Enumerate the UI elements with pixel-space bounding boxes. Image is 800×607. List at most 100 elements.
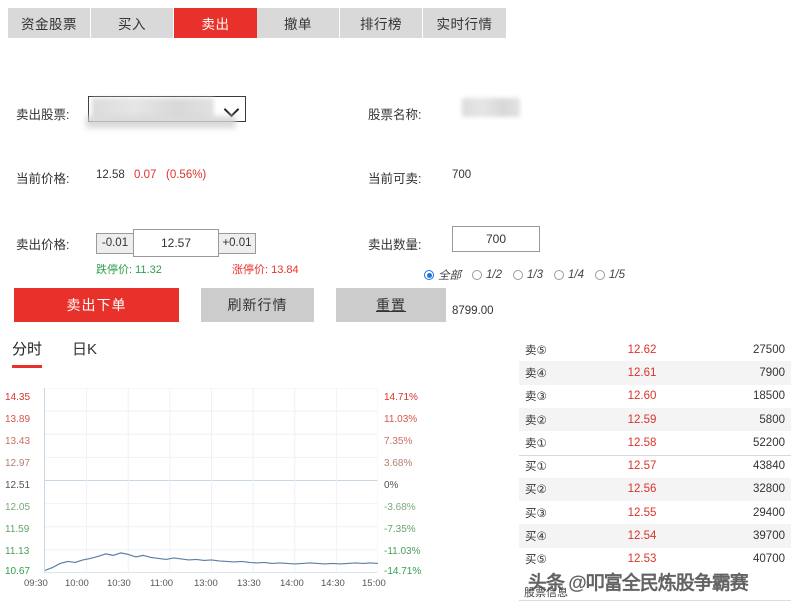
- price-change-value: 0.07: [134, 169, 156, 181]
- table-row[interactable]: 买③ 12.55 29400: [519, 501, 791, 524]
- order-book-price: 12.56: [585, 483, 699, 495]
- limit-down-value: 11.32: [135, 264, 162, 276]
- tab-funds-stocks[interactable]: 资金股票: [8, 8, 91, 38]
- current-price-value: 12.58: [96, 169, 125, 181]
- order-book-price: 12.61: [585, 367, 699, 379]
- table-row[interactable]: 买① 12.57 43840: [519, 454, 791, 477]
- qty-option-half-label: 1/2: [486, 269, 502, 281]
- qty-option-all-label: 全部: [438, 267, 461, 283]
- order-book-price: 12.57: [585, 460, 699, 472]
- sell-stock-value-redacted: [92, 98, 214, 118]
- order-book-level-label: 卖③: [519, 388, 585, 404]
- stock-name-label: 股票名称:: [368, 104, 421, 123]
- order-book-level-label: 卖②: [519, 412, 585, 428]
- y2-axis-tick-0: 14.71%: [384, 392, 418, 403]
- radio-icon-third[interactable]: [513, 270, 523, 280]
- x-axis-tick-1: 10:00: [65, 578, 89, 589]
- x-axis-tick-4: 13:00: [194, 578, 218, 589]
- watermark-text: 头条 @叩富全民炼股争霸赛: [528, 568, 748, 595]
- chart-tab-bar: 分时 日K: [12, 338, 97, 368]
- order-book-price: 12.59: [585, 414, 699, 426]
- y2-axis-tick-2: 7.35%: [384, 436, 412, 447]
- sell-qty-label: 卖出数量:: [368, 234, 421, 253]
- table-row[interactable]: 卖② 12.59 5800: [519, 408, 791, 431]
- qty-option-quarter[interactable]: 1/4: [554, 269, 584, 281]
- table-row[interactable]: 买② 12.56 32800: [519, 478, 791, 501]
- price-increment-button[interactable]: +0.01: [218, 233, 256, 254]
- qty-option-third-label: 1/3: [527, 269, 543, 281]
- x-axis-tick-8: 15:00: [362, 578, 386, 589]
- radio-icon-half[interactable]: [472, 270, 482, 280]
- y-axis-tick-0: 14.35: [5, 392, 30, 403]
- price-decrement-button[interactable]: -0.01: [96, 233, 134, 254]
- tab-cancel-order[interactable]: 撤单: [257, 8, 340, 38]
- table-row[interactable]: 卖⑤ 12.62 27500: [519, 338, 791, 361]
- tab-realtime-quote[interactable]: 实时行情: [423, 8, 506, 38]
- table-row[interactable]: 卖① 12.58 52200: [519, 431, 791, 454]
- radio-icon-fifth[interactable]: [595, 270, 605, 280]
- y2-axis-tick-3: 3.68%: [384, 458, 412, 469]
- qty-fraction-radio-group: 全部 1/2 1/3 1/4 1/5: [424, 267, 632, 283]
- bottom-divider: [519, 600, 791, 601]
- qty-option-third[interactable]: 1/3: [513, 269, 543, 281]
- tab-sell[interactable]: 卖出: [174, 8, 257, 38]
- qty-option-fifth-label: 1/5: [609, 269, 625, 281]
- y-axis-tick-6: 11.59: [5, 524, 29, 535]
- order-book-volume: 43840: [699, 460, 791, 472]
- price-change-percent: (0.56%): [166, 169, 206, 181]
- sell-stock-smudge: [86, 116, 236, 128]
- chart-tab-intraday[interactable]: 分时: [12, 338, 42, 368]
- order-book-volume: 32800: [699, 483, 791, 495]
- limit-down-label: 跌停价:: [96, 264, 132, 276]
- order-book-level-label: 买⑤: [519, 551, 585, 567]
- intraday-chart-svg: [45, 388, 378, 573]
- main-tab-bar: 资金股票 买入 卖出 撤单 排行榜 实时行情: [8, 8, 506, 38]
- y-axis-tick-5: 12.05: [5, 502, 30, 513]
- order-book-volume: 27500: [699, 344, 791, 356]
- limit-up-value: 13.84: [271, 264, 299, 276]
- order-book-volume: 18500: [699, 390, 791, 402]
- order-book-volume: 39700: [699, 530, 791, 542]
- current-price-label: 当前价格:: [16, 168, 69, 187]
- order-book-price: 12.54: [585, 530, 699, 542]
- sell-qty-input[interactable]: 700: [452, 226, 540, 252]
- stock-name-value-redacted: [462, 98, 520, 117]
- intraday-price-chart: [44, 388, 377, 573]
- table-row[interactable]: 卖④ 12.61 7900: [519, 361, 791, 384]
- order-book-price: 12.60: [585, 390, 699, 402]
- radio-icon-all[interactable]: [424, 270, 434, 280]
- y-axis-tick-8: 10.67: [5, 566, 30, 577]
- x-axis-tick-2: 10:30: [107, 578, 131, 589]
- tab-buy[interactable]: 买入: [91, 8, 174, 38]
- order-book-level-label: 买③: [519, 505, 585, 521]
- y-axis-tick-4: 12.51: [5, 480, 30, 491]
- refresh-quote-button[interactable]: 刷新行情: [201, 288, 314, 322]
- radio-icon-quarter[interactable]: [554, 270, 564, 280]
- x-axis-tick-6: 14:00: [280, 578, 304, 589]
- sell-price-input[interactable]: 12.57: [133, 229, 219, 257]
- tab-leaderboard[interactable]: 排行榜: [340, 8, 423, 38]
- y2-axis-tick-1: 11.03%: [384, 414, 417, 425]
- order-book-volume: 40700: [699, 553, 791, 565]
- y-axis-tick-2: 13.43: [5, 436, 30, 447]
- order-book-price: 12.62: [585, 344, 699, 356]
- order-book-divider: [519, 455, 791, 456]
- order-book-volume: 7900: [699, 367, 791, 379]
- y2-axis-tick-5: -3.68%: [384, 502, 416, 513]
- order-book-volume: 52200: [699, 437, 791, 449]
- table-row[interactable]: 买④ 12.54 39700: [519, 524, 791, 547]
- qty-option-half[interactable]: 1/2: [472, 269, 502, 281]
- sell-price-stepper: -0.01 12.57 +0.01: [96, 229, 256, 257]
- limit-up-label: 涨停价:: [232, 264, 268, 276]
- qty-option-all[interactable]: 全部: [424, 267, 461, 283]
- chevron-down-icon: [224, 102, 240, 118]
- reset-button[interactable]: 重置: [336, 288, 446, 322]
- y-axis-tick-3: 12.97: [5, 458, 30, 469]
- order-book-level-label: 买②: [519, 481, 585, 497]
- qty-option-fifth[interactable]: 1/5: [595, 269, 625, 281]
- sell-stock-label: 卖出股票:: [16, 104, 69, 123]
- submit-sell-order-button[interactable]: 卖出下单: [14, 288, 179, 322]
- chart-tab-daily-k[interactable]: 日K: [72, 338, 97, 368]
- order-book-level-label: 买④: [519, 528, 585, 544]
- table-row[interactable]: 卖③ 12.60 18500: [519, 385, 791, 408]
